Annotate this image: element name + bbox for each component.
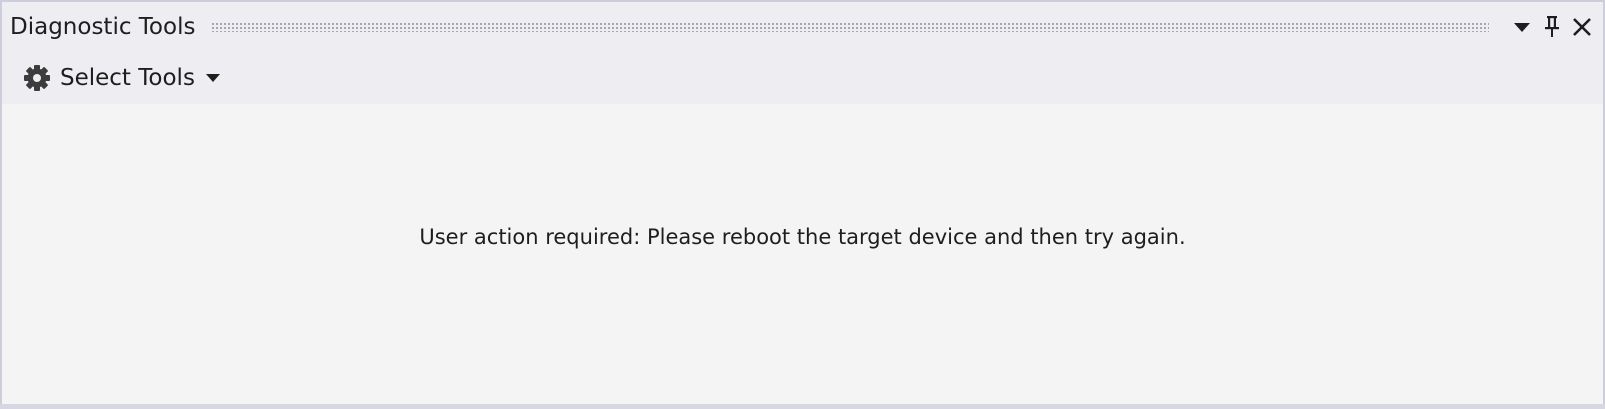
select-tools-label: Select Tools [60,65,195,91]
tool-window-titlebar[interactable]: Diagnostic Tools [2,2,1603,52]
close-button[interactable] [1567,12,1597,42]
select-tools-dropdown[interactable]: Select Tools [22,58,227,98]
diagnostic-tools-window: Diagnostic Tools Select Tools User actio… [0,0,1605,404]
window-position-menu-button[interactable] [1507,12,1537,42]
dropdown-caret-icon [205,73,221,83]
gear-icon [22,63,52,93]
close-icon [1573,18,1591,36]
window-title: Diagnostic Tools [10,13,196,40]
chevron-down-icon [1514,23,1530,32]
pin-button[interactable] [1537,12,1567,42]
pin-icon [1545,16,1559,37]
titlebar-drag-grip[interactable] [211,22,1489,32]
status-message: User action required: Please reboot the … [419,225,1186,249]
diagnostic-content-area: User action required: Please reboot the … [2,104,1603,404]
diagnostic-toolbar: Select Tools [2,52,1603,104]
